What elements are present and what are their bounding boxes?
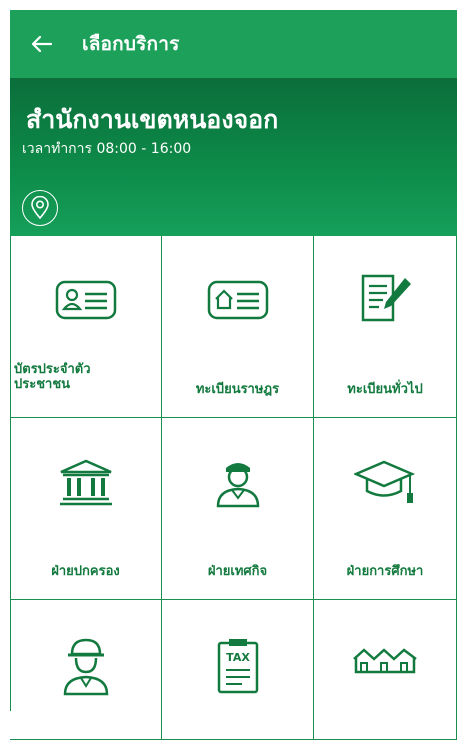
graduation-cap-icon xyxy=(314,458,456,508)
engineer-icon xyxy=(10,634,161,696)
office-header: สำนักงานเขตหนองจอก เวลาทำการ 08:00 - 16:… xyxy=(10,78,457,236)
service-tile-administration[interactable]: ฝ่ายปกครอง xyxy=(10,418,162,600)
house-card-icon xyxy=(162,280,313,320)
service-label-line-1: บัตรประจำตัว xyxy=(14,362,91,377)
service-tile-tax[interactable]: TAX xyxy=(162,600,314,740)
service-label: ฝ่ายปกครอง xyxy=(51,564,120,579)
location-pin-icon xyxy=(31,196,49,220)
service-tile-housing[interactable] xyxy=(314,600,457,740)
service-tile-public-works[interactable] xyxy=(10,600,162,740)
document-pen-icon xyxy=(314,272,456,324)
service-tile-municipal-police[interactable]: ฝ่ายเทศกิจ xyxy=(162,418,314,600)
top-app-bar: เลือกบริการ xyxy=(10,10,457,78)
service-tile-education[interactable]: ฝ่ายการศึกษา xyxy=(314,418,457,600)
service-label: ฝ่ายเทศกิจ xyxy=(207,564,268,579)
service-tile-civil-registration[interactable]: ทะเบียนราษฎร xyxy=(162,236,314,418)
service-label: ฝ่ายการศึกษา xyxy=(346,564,424,579)
service-grid: บัตรประจำตัว ประชาชน ทะเบียนราษฎร ทะเบีย… xyxy=(10,236,457,740)
officer-icon xyxy=(162,456,313,508)
tax-clipboard-icon: TAX xyxy=(162,638,313,694)
id-card-icon xyxy=(10,280,161,320)
app-screen: เลือกบริการ สำนักงานเขตหนองจอก เวลาทำการ… xyxy=(0,0,457,740)
service-tile-general-registration[interactable]: ทะเบียนทั่วไป xyxy=(314,236,457,418)
service-label: ทะเบียนราษฎร xyxy=(195,382,280,397)
service-label: ทะเบียนทั่วไป xyxy=(347,382,423,397)
tax-label: TAX xyxy=(226,651,250,664)
arrow-left-icon xyxy=(32,36,52,52)
office-hours: เวลาทำการ 08:00 - 16:00 xyxy=(22,141,192,157)
government-building-icon xyxy=(10,458,161,506)
service-label-line-2: ประชาชน xyxy=(14,377,71,392)
back-button[interactable] xyxy=(10,10,74,78)
office-name: สำนักงานเขตหนองจอก xyxy=(26,105,279,134)
service-tile-id-card[interactable]: บัตรประจำตัว ประชาชน xyxy=(10,236,162,418)
page-title: เลือกบริการ xyxy=(82,33,180,55)
location-button[interactable] xyxy=(22,190,58,226)
service-label: บัตรประจำตัว ประชาชน xyxy=(14,362,161,392)
houses-icon xyxy=(314,646,456,674)
